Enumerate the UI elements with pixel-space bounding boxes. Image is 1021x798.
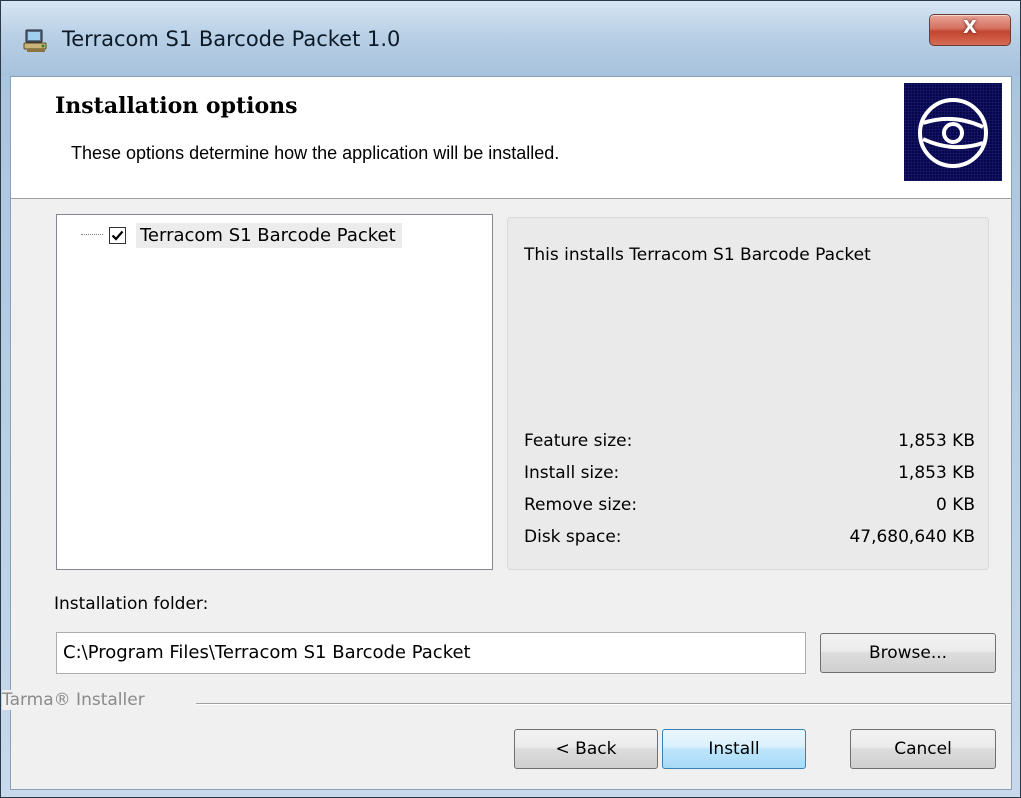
installer-window: Terracom S1 Barcode Packet 1.0 X Install… xyxy=(0,0,1021,798)
tree-connector xyxy=(81,234,103,236)
info-label: Feature size: xyxy=(524,431,633,451)
page-subtitle: These options determine how the applicat… xyxy=(71,143,560,163)
window-title: Terracom S1 Barcode Packet 1.0 xyxy=(62,27,401,51)
installation-folder-label: Installation folder: xyxy=(54,594,209,614)
installation-folder-input[interactable]: C:\Program Files\Terracom S1 Barcode Pac… xyxy=(56,632,806,674)
close-icon: X xyxy=(963,17,977,38)
back-button[interactable]: < Back xyxy=(514,729,658,769)
info-label: Disk space: xyxy=(524,527,622,547)
checkmark-icon xyxy=(111,230,124,241)
installer-brand: Tarma® Installer xyxy=(2,690,149,710)
title-bar[interactable]: Terracom S1 Barcode Packet 1.0 X xyxy=(1,1,1020,76)
page-title: Installation options xyxy=(55,93,298,119)
install-button[interactable]: Install xyxy=(662,729,806,769)
browse-button[interactable]: Browse... xyxy=(820,633,996,673)
feature-checkbox[interactable] xyxy=(109,226,126,244)
tree-item-label[interactable]: Terracom S1 Barcode Packet xyxy=(136,222,402,248)
disc-icon xyxy=(904,83,1002,181)
info-value: 47,680,640 KB xyxy=(849,527,975,547)
feature-tree[interactable]: Terracom S1 Barcode Packet xyxy=(56,214,493,570)
installer-computer-icon xyxy=(23,28,49,54)
info-value: 1,853 KB xyxy=(898,463,975,483)
info-label: Install size: xyxy=(524,463,620,483)
info-value: 0 KB xyxy=(935,495,975,515)
info-value: 1,853 KB xyxy=(898,431,975,451)
tree-item-terracom[interactable]: Terracom S1 Barcode Packet xyxy=(81,220,402,250)
dialog-client-area: Installation options These options deter… xyxy=(2,76,1012,790)
info-label: Remove size: xyxy=(524,495,638,515)
feature-description: This installs Terracom S1 Barcode Packet xyxy=(524,245,871,265)
header-band: Installation options These options deter… xyxy=(11,77,1011,199)
cancel-button[interactable]: Cancel xyxy=(850,729,996,769)
close-button[interactable]: X xyxy=(929,14,1011,46)
feature-info-panel: This installs Terracom S1 Barcode Packet… xyxy=(507,217,989,570)
footer-separator xyxy=(196,703,1011,705)
